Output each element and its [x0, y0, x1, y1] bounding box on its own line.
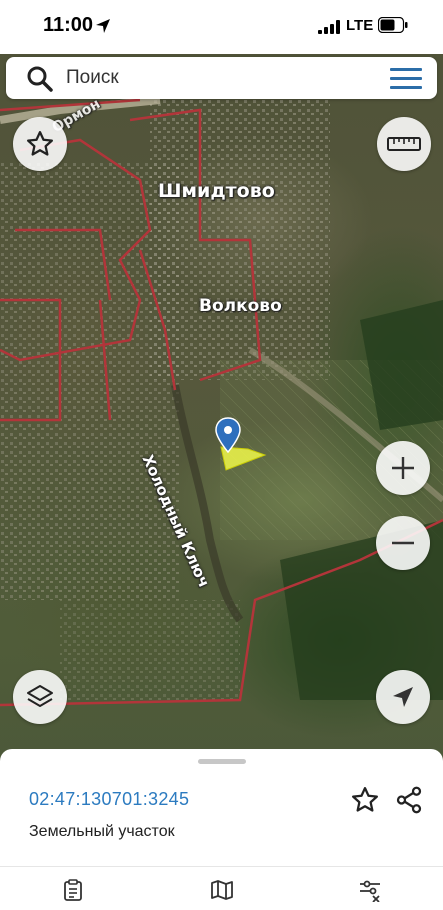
clipboard-icon [64, 879, 82, 901]
map-label-volkovo: Волково [199, 296, 282, 316]
map-label-shmidtovo: Шмидтово [158, 180, 275, 202]
menu-icon[interactable] [390, 67, 422, 91]
parcel-type: Земельный участок [29, 823, 175, 840]
search-icon [27, 66, 53, 92]
sheet-grabber[interactable] [198, 759, 246, 764]
tab-settings[interactable] [330, 867, 410, 910]
search-input[interactable] [66, 65, 366, 91]
search-bar [6, 57, 437, 99]
tab-bar [0, 866, 443, 910]
battery-icon [378, 17, 408, 33]
navigation-arrow-icon [393, 687, 413, 707]
signal-icon [318, 20, 340, 34]
status-time: 11:00 [43, 14, 94, 36]
ruler-icon [387, 137, 421, 151]
cadastral-number: 02:47:130701:3245 [29, 789, 190, 809]
plus-icon [392, 457, 414, 479]
tab-map[interactable] [182, 867, 262, 910]
star-icon [27, 131, 53, 156]
filter-icon [360, 880, 380, 902]
location-arrow-icon [96, 19, 110, 33]
network-type: LTE [346, 17, 374, 34]
zoom-out-button[interactable] [376, 516, 430, 570]
tab-services[interactable] [33, 867, 113, 910]
parcel-info-sheet[interactable]: 02:47:130701:3245 Земельный участок [0, 749, 443, 873]
zoom-in-button[interactable] [376, 441, 430, 495]
share-icon[interactable] [394, 785, 424, 815]
layers-button[interactable] [13, 670, 67, 724]
map-icon [211, 880, 233, 900]
status-bar: 11:00 LTE [0, 0, 443, 54]
layers-icon [27, 685, 53, 707]
star-icon[interactable] [350, 785, 380, 815]
minus-icon [392, 541, 414, 545]
favorites-button[interactable] [13, 117, 67, 171]
my-location-button[interactable] [376, 670, 430, 724]
ruler-button[interactable] [377, 117, 431, 171]
